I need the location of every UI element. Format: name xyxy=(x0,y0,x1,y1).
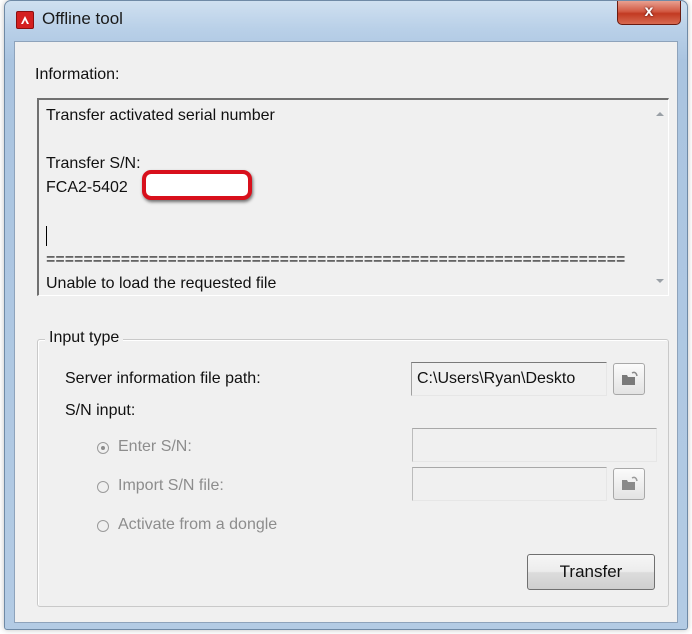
offline-tool-window: Offline tool x Information: Transfer act… xyxy=(4,0,688,630)
info-scrollbar[interactable] xyxy=(652,100,668,295)
radio-import-sn-file[interactable] xyxy=(97,481,109,493)
radio-enter-sn[interactable] xyxy=(97,442,109,454)
information-textarea[interactable]: Transfer activated serial number Transfe… xyxy=(37,98,669,296)
enter-sn-field[interactable] xyxy=(412,428,657,462)
server-path-browse-button[interactable] xyxy=(613,363,645,395)
radio-enter-sn-label[interactable]: Enter S/N: xyxy=(118,438,192,456)
info-line-separator: ========================================… xyxy=(46,251,626,268)
client-area: Information: Transfer activated serial n… xyxy=(14,41,678,623)
server-path-field[interactable]: C:\Users\Ryan\Deskto xyxy=(411,362,607,396)
import-sn-file-field[interactable] xyxy=(412,467,607,501)
radio-activate-dongle[interactable] xyxy=(97,520,109,532)
info-line xyxy=(46,200,641,224)
radio-activate-dongle-label[interactable]: Activate from a dongle xyxy=(118,516,277,534)
window-title: Offline tool xyxy=(42,9,123,28)
information-label: Information: xyxy=(35,66,120,83)
sn-input-label: S/N input: xyxy=(65,402,136,419)
info-line xyxy=(46,128,641,152)
title-bar[interactable]: Offline tool x xyxy=(5,1,687,41)
info-line: Transfer S/N: xyxy=(46,155,141,172)
redaction-mark xyxy=(142,170,252,200)
input-type-group-title: Input type xyxy=(45,329,124,347)
app-icon xyxy=(16,11,34,29)
close-button[interactable]: x xyxy=(617,1,681,25)
server-path-label: Server information file path: xyxy=(65,370,261,387)
info-line: FCA2-5402 xyxy=(46,179,128,196)
radio-import-sn-file-label[interactable]: Import S/N file: xyxy=(118,477,224,495)
transfer-button[interactable]: Transfer xyxy=(527,554,655,590)
scroll-up-arrow-icon[interactable] xyxy=(656,112,664,116)
scroll-down-arrow-icon[interactable] xyxy=(656,279,664,283)
text-caret xyxy=(46,225,47,246)
info-line-caret xyxy=(46,224,641,248)
import-file-browse-button[interactable] xyxy=(613,468,645,500)
info-line: Unable to load the requested file xyxy=(46,275,277,292)
info-line: Transfer activated serial number xyxy=(46,107,275,124)
folder-open-icon xyxy=(622,476,638,490)
information-text: Transfer activated serial number Transfe… xyxy=(46,104,641,296)
folder-open-icon xyxy=(622,371,638,385)
